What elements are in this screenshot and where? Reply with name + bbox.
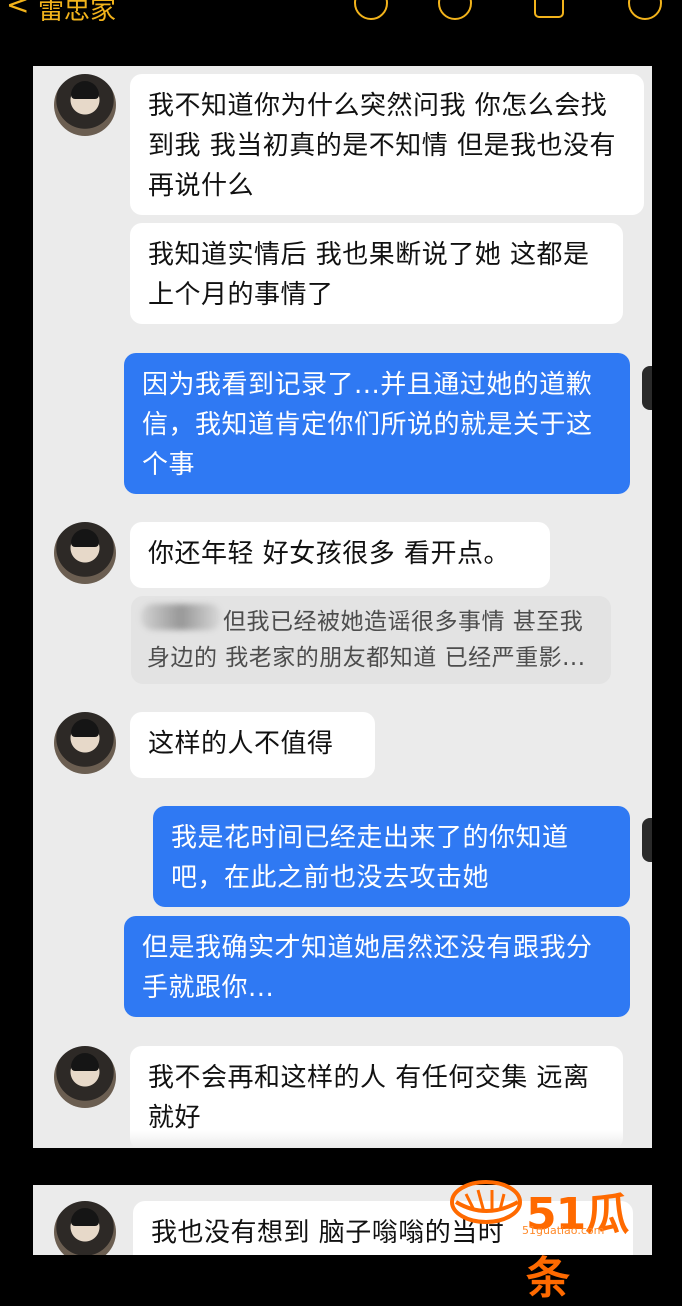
contact-avatar[interactable] <box>54 74 116 136</box>
watermark-url: 51guatiao.com <box>522 1224 605 1237</box>
contact-name: 雷忠家 <box>38 0 117 26</box>
back-chevron-icon[interactable]: < <box>6 0 29 21</box>
message-bubble-incoming[interactable]: 你还年轻 好女孩很多 看开点。 <box>130 522 550 588</box>
chat-panel[interactable]: 我不知道你为什么突然问我 你怎么会找到我 我当初真的是不知情 但是我也没有再说什… <box>33 66 652 1148</box>
message-text: 因为我看到记录了...并且通过她的道歉信，我知道肯定你们所说的就是关于这个事 <box>142 370 593 480</box>
message-text: 你还年轻 好女孩很多 看开点。 <box>148 539 511 569</box>
message-bubble-outgoing[interactable]: 我是花时间已经走出来了的你知道吧，在此之前也没去攻击她 <box>153 806 630 907</box>
self-avatar-edge <box>642 366 652 410</box>
share-icon[interactable] <box>534 0 564 18</box>
clock-icon[interactable] <box>438 0 472 20</box>
quoted-reply[interactable]: 但我已经被她造谣很多事情 甚至我身边的 我老家的朋友都知道 已经严重影... <box>131 596 611 684</box>
contact-avatar[interactable] <box>54 522 116 584</box>
contact-avatar[interactable] <box>54 712 116 774</box>
message-text: 我不知道你为什么突然问我 你怎么会找到我 我当初真的是不知情 但是我也没有再说什… <box>148 91 617 201</box>
message-bubble-outgoing[interactable]: 因为我看到记录了...并且通过她的道歉信，我知道肯定你们所说的就是关于这个事 <box>124 353 630 494</box>
message-text: 但是我确实才知道她居然还没有跟我分手就跟你... <box>142 933 593 1003</box>
message-text: 我不会再和这样的人 有任何交集 远离就好 <box>148 1063 590 1133</box>
message-text: 这样的人不值得 <box>148 729 334 759</box>
self-avatar-edge <box>642 818 652 862</box>
blurred-name <box>141 604 221 630</box>
watermark-melon-icon <box>450 1180 522 1224</box>
watermark: 51瓜条 51guatiao.com <box>448 1172 668 1304</box>
panel-fade <box>33 1130 652 1148</box>
call-icon[interactable] <box>354 0 388 20</box>
message-text: 我是花时间已经走出来了的你知道吧，在此之前也没去攻击她 <box>171 823 569 893</box>
message-text: 我知道实情后 我也果断说了她 这都是上个月的事情了 <box>148 240 590 310</box>
contact-avatar[interactable] <box>54 1201 116 1255</box>
message-bubble-incoming[interactable]: 我知道实情后 我也果断说了她 这都是上个月的事情了 <box>130 223 623 324</box>
message-bubble-outgoing[interactable]: 但是我确实才知道她居然还没有跟我分手就跟你... <box>124 916 630 1017</box>
watermark-brand: 51瓜条 <box>526 1189 629 1304</box>
message-bubble-incoming[interactable]: 我不知道你为什么突然问我 你怎么会找到我 我当初真的是不知情 但是我也没有再说什… <box>130 74 644 215</box>
top-bar: < 雷忠家 <box>0 0 682 36</box>
contact-avatar[interactable] <box>54 1046 116 1108</box>
more-icon[interactable] <box>628 0 662 20</box>
message-bubble-incoming[interactable]: 这样的人不值得 <box>130 712 375 778</box>
